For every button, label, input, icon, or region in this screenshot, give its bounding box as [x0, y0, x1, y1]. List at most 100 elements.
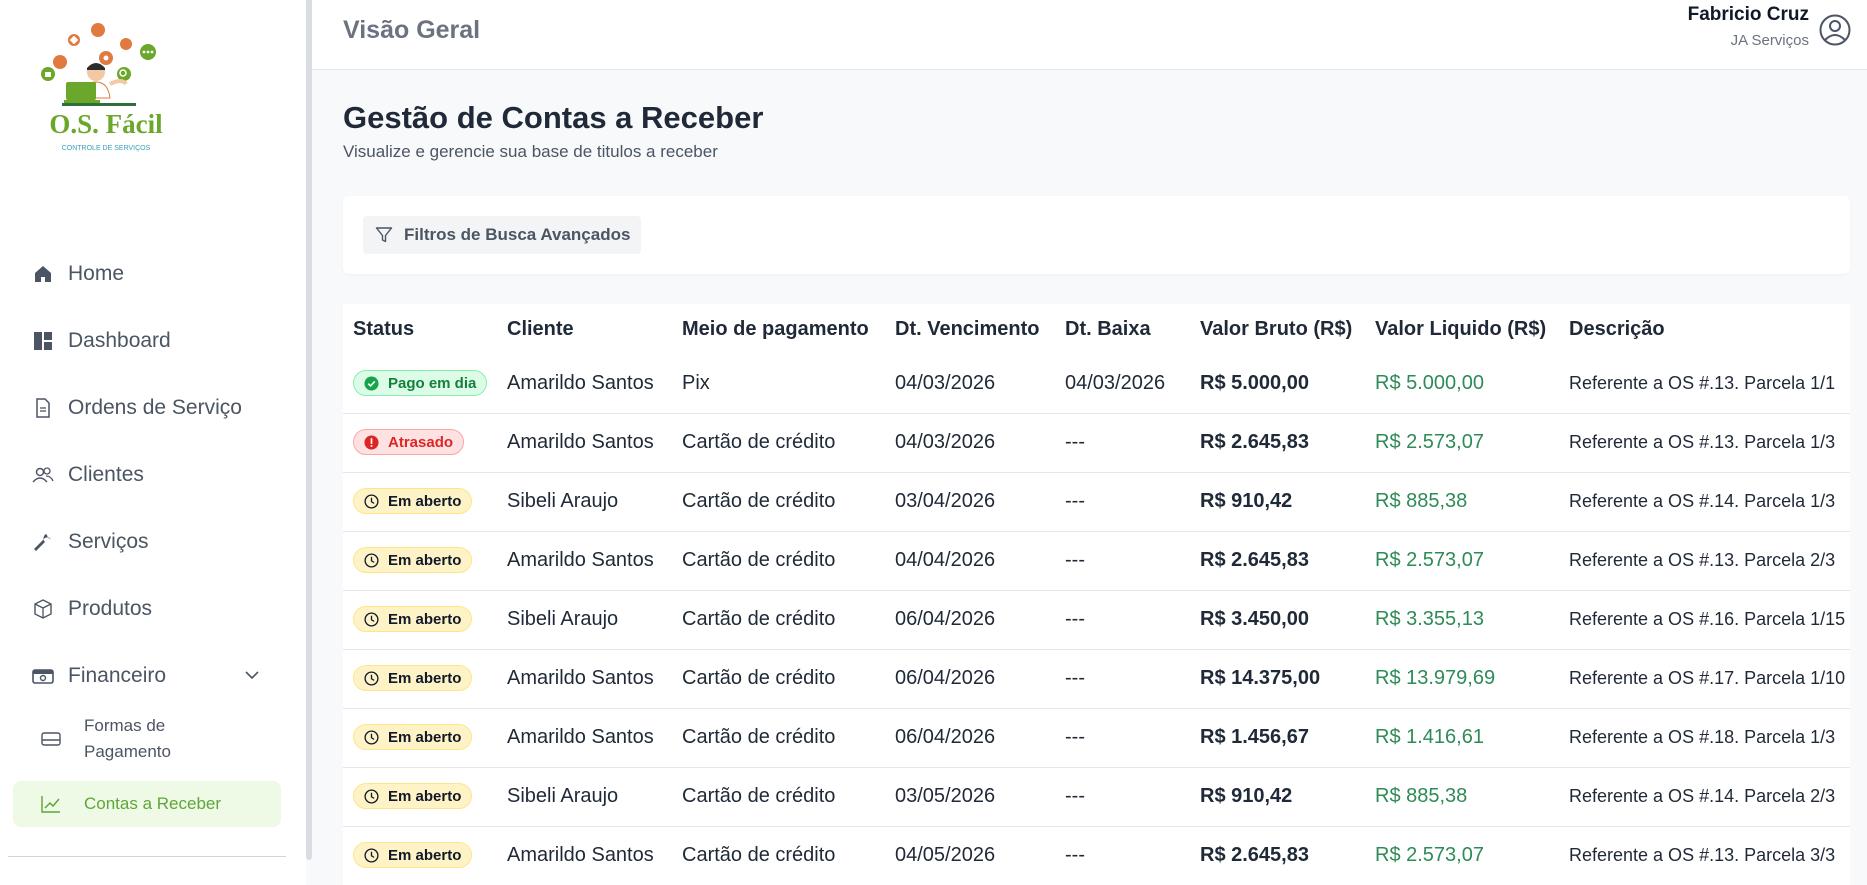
svg-text:O.S. Fácil: O.S. Fácil [49, 109, 163, 139]
table-row[interactable]: Pago em dia Amarildo Santos Pix 04/03/2026 0… [343, 354, 1850, 414]
sidebar-item-ordens-servico[interactable]: Ordens de Serviço [0, 374, 306, 441]
sidebar-item-label: Serviços [68, 529, 149, 553]
advanced-filters-button[interactable]: Filtros de Busca Avançados [363, 216, 642, 254]
clock-icon [364, 553, 379, 568]
alert-circle-icon [364, 435, 379, 450]
sidebar-item-clientes[interactable]: Clientes [0, 441, 306, 508]
status-cell: Em aberto [343, 590, 497, 650]
sidebar-item-servicos[interactable]: Serviços [0, 508, 306, 575]
receivables-table-card: Status Cliente Meio de pagamento Dt. Ven… [343, 304, 1850, 885]
sidebar-subitem-formas-pagamento[interactable]: Formas de Pagamento [13, 708, 281, 770]
sidebar-subitem-contas-receber[interactable]: Contas a Receber [13, 781, 281, 827]
status-cell: Em aberto [343, 767, 497, 827]
valor-bruto-cell: R$ 1.456,67 [1190, 708, 1365, 768]
chevron-down-icon[interactable] [243, 666, 261, 684]
status-text: Em aberto [388, 846, 462, 864]
table-row[interactable]: Em aberto Sibeli Araujo Cartão de crédito 0… [343, 767, 1850, 827]
credit-card-icon [41, 729, 61, 749]
status-cell: Em aberto [343, 826, 497, 885]
clock-icon [364, 612, 379, 627]
column-header-valor-bruto[interactable]: Valor Bruto (R$) [1190, 304, 1365, 354]
baixa-cell: --- [1055, 531, 1190, 591]
sidebar-item-home[interactable]: Home [0, 240, 306, 307]
cliente-cell: Amarildo Santos [497, 826, 672, 885]
column-header-valor-liquido[interactable]: Valor Liquido (R$) [1365, 304, 1559, 354]
sidebar-item-label: Financeiro [68, 663, 167, 687]
sidebar-scrollbar[interactable] [306, 0, 312, 860]
home-icon [32, 263, 54, 285]
status-badge: Em aberto [353, 665, 473, 692]
user-avatar-icon[interactable] [1819, 14, 1851, 46]
sidebar-subitem-label: Formas de Pagamento [84, 716, 171, 761]
meio-pagamento-cell: Cartão de crédito [672, 531, 885, 591]
status-badge: Em aberto [353, 842, 473, 869]
check-circle-icon [364, 375, 379, 391]
status-badge: Em aberto [353, 488, 473, 515]
main-subtitle: Visualize e gerencie sua base de titulos… [343, 142, 718, 161]
descricao-cell: Referente a OS #.13. Parcela 1/1 [1559, 354, 1850, 414]
valor-bruto-cell: R$ 910,42 [1190, 472, 1365, 532]
advanced-filters-label: Filtros de Busca Avançados [404, 225, 631, 244]
status-text: Atrasado [388, 433, 454, 451]
vencimento-cell: 04/05/2026 [885, 826, 1055, 885]
sidebar-item-dashboard[interactable]: Dashboard [0, 307, 306, 374]
status-badge: Pago em dia [353, 370, 488, 396]
table-row[interactable]: Em aberto Sibeli Araujo Cartão de crédito 0… [343, 472, 1850, 532]
user-name: Fabricio Cruz [1687, 4, 1809, 25]
cliente-cell: Amarildo Santos [497, 354, 672, 414]
column-header-status[interactable]: Status [343, 304, 497, 354]
descricao-cell: Referente a OS #.16. Parcela 1/15 [1559, 590, 1850, 650]
status-cell: Atrasado [343, 413, 497, 473]
app-root: O.S. Fácil CONTROLE DE SERVIÇOS Home Das… [0, 0, 1867, 885]
valor-bruto-cell: R$ 14.375,00 [1190, 649, 1365, 709]
status-text: Em aberto [388, 787, 462, 805]
cliente-cell: Amarildo Santos [497, 649, 672, 709]
table-row[interactable]: Em aberto Amarildo Santos Cartão de crédit… [343, 649, 1850, 709]
clock-icon [364, 671, 379, 686]
column-header-baixa[interactable]: Dt. Baixa [1055, 304, 1190, 354]
baixa-cell: --- [1055, 413, 1190, 473]
vencimento-cell: 03/04/2026 [885, 472, 1055, 532]
column-header-meio-pagamento[interactable]: Meio de pagamento [672, 304, 885, 354]
descricao-cell: Referente a OS #.14. Parcela 2/3 [1559, 767, 1850, 827]
descricao-cell: Referente a OS #.13. Parcela 2/3 [1559, 531, 1850, 591]
valor-liquido-cell: R$ 2.573,07 [1365, 826, 1559, 885]
box-icon [32, 598, 54, 620]
clock-icon [364, 730, 379, 745]
table-row[interactable]: Atrasado Amarildo Santos Cartão de crédito… [343, 413, 1850, 473]
wrench-icon [32, 531, 54, 553]
baixa-cell: 04/03/2026 [1055, 354, 1190, 414]
valor-bruto-cell: R$ 2.645,83 [1190, 826, 1365, 885]
dashboard-icon [32, 330, 54, 352]
vencimento-cell: 06/04/2026 [885, 649, 1055, 709]
descricao-cell: Referente a OS #.13. Parcela 1/3 [1559, 413, 1850, 473]
table-row[interactable]: Em aberto Amarildo Santos Cartão de crédit… [343, 826, 1850, 885]
table-row[interactable]: Em aberto Sibeli Araujo Cartão de crédito 0… [343, 590, 1850, 650]
table-row[interactable]: Em aberto Amarildo Santos Cartão de crédit… [343, 708, 1850, 768]
column-header-vencimento[interactable]: Dt. Vencimento [885, 304, 1055, 354]
sidebar-item-produtos[interactable]: Produtos [0, 575, 306, 642]
app-logo[interactable]: O.S. Fácil CONTROLE DE SERVIÇOS [38, 22, 174, 162]
status-badge: Em aberto [353, 547, 473, 574]
table-row[interactable]: Em aberto Amarildo Santos Cartão de crédit… [343, 531, 1850, 591]
valor-liquido-cell: R$ 3.355,13 [1365, 590, 1559, 650]
clock-icon [364, 789, 379, 804]
meio-pagamento-cell: Cartão de crédito [672, 413, 885, 473]
meio-pagamento-cell: Cartão de crédito [672, 472, 885, 532]
valor-bruto-cell: R$ 3.450,00 [1190, 590, 1365, 650]
trend-up-icon [41, 794, 61, 814]
document-icon [32, 397, 54, 419]
descricao-cell: Referente a OS #.17. Parcela 1/10 [1559, 649, 1850, 709]
meio-pagamento-cell: Cartão de crédito [672, 826, 885, 885]
meio-pagamento-cell: Pix [672, 354, 885, 414]
column-header-cliente[interactable]: Cliente [497, 304, 672, 354]
column-header-descricao[interactable]: Descrição [1559, 304, 1850, 354]
descricao-cell: Referente a OS #.18. Parcela 1/3 [1559, 708, 1850, 768]
sidebar-item-label: Clientes [68, 462, 144, 486]
status-cell: Pago em dia [343, 354, 497, 414]
sidebar-item-financeiro[interactable]: Financeiro [0, 642, 306, 709]
baixa-cell: --- [1055, 767, 1190, 827]
valor-liquido-cell: R$ 2.573,07 [1365, 531, 1559, 591]
status-text: Pago em dia [388, 374, 477, 392]
sidebar: O.S. Fácil CONTROLE DE SERVIÇOS Home Das… [0, 0, 306, 885]
